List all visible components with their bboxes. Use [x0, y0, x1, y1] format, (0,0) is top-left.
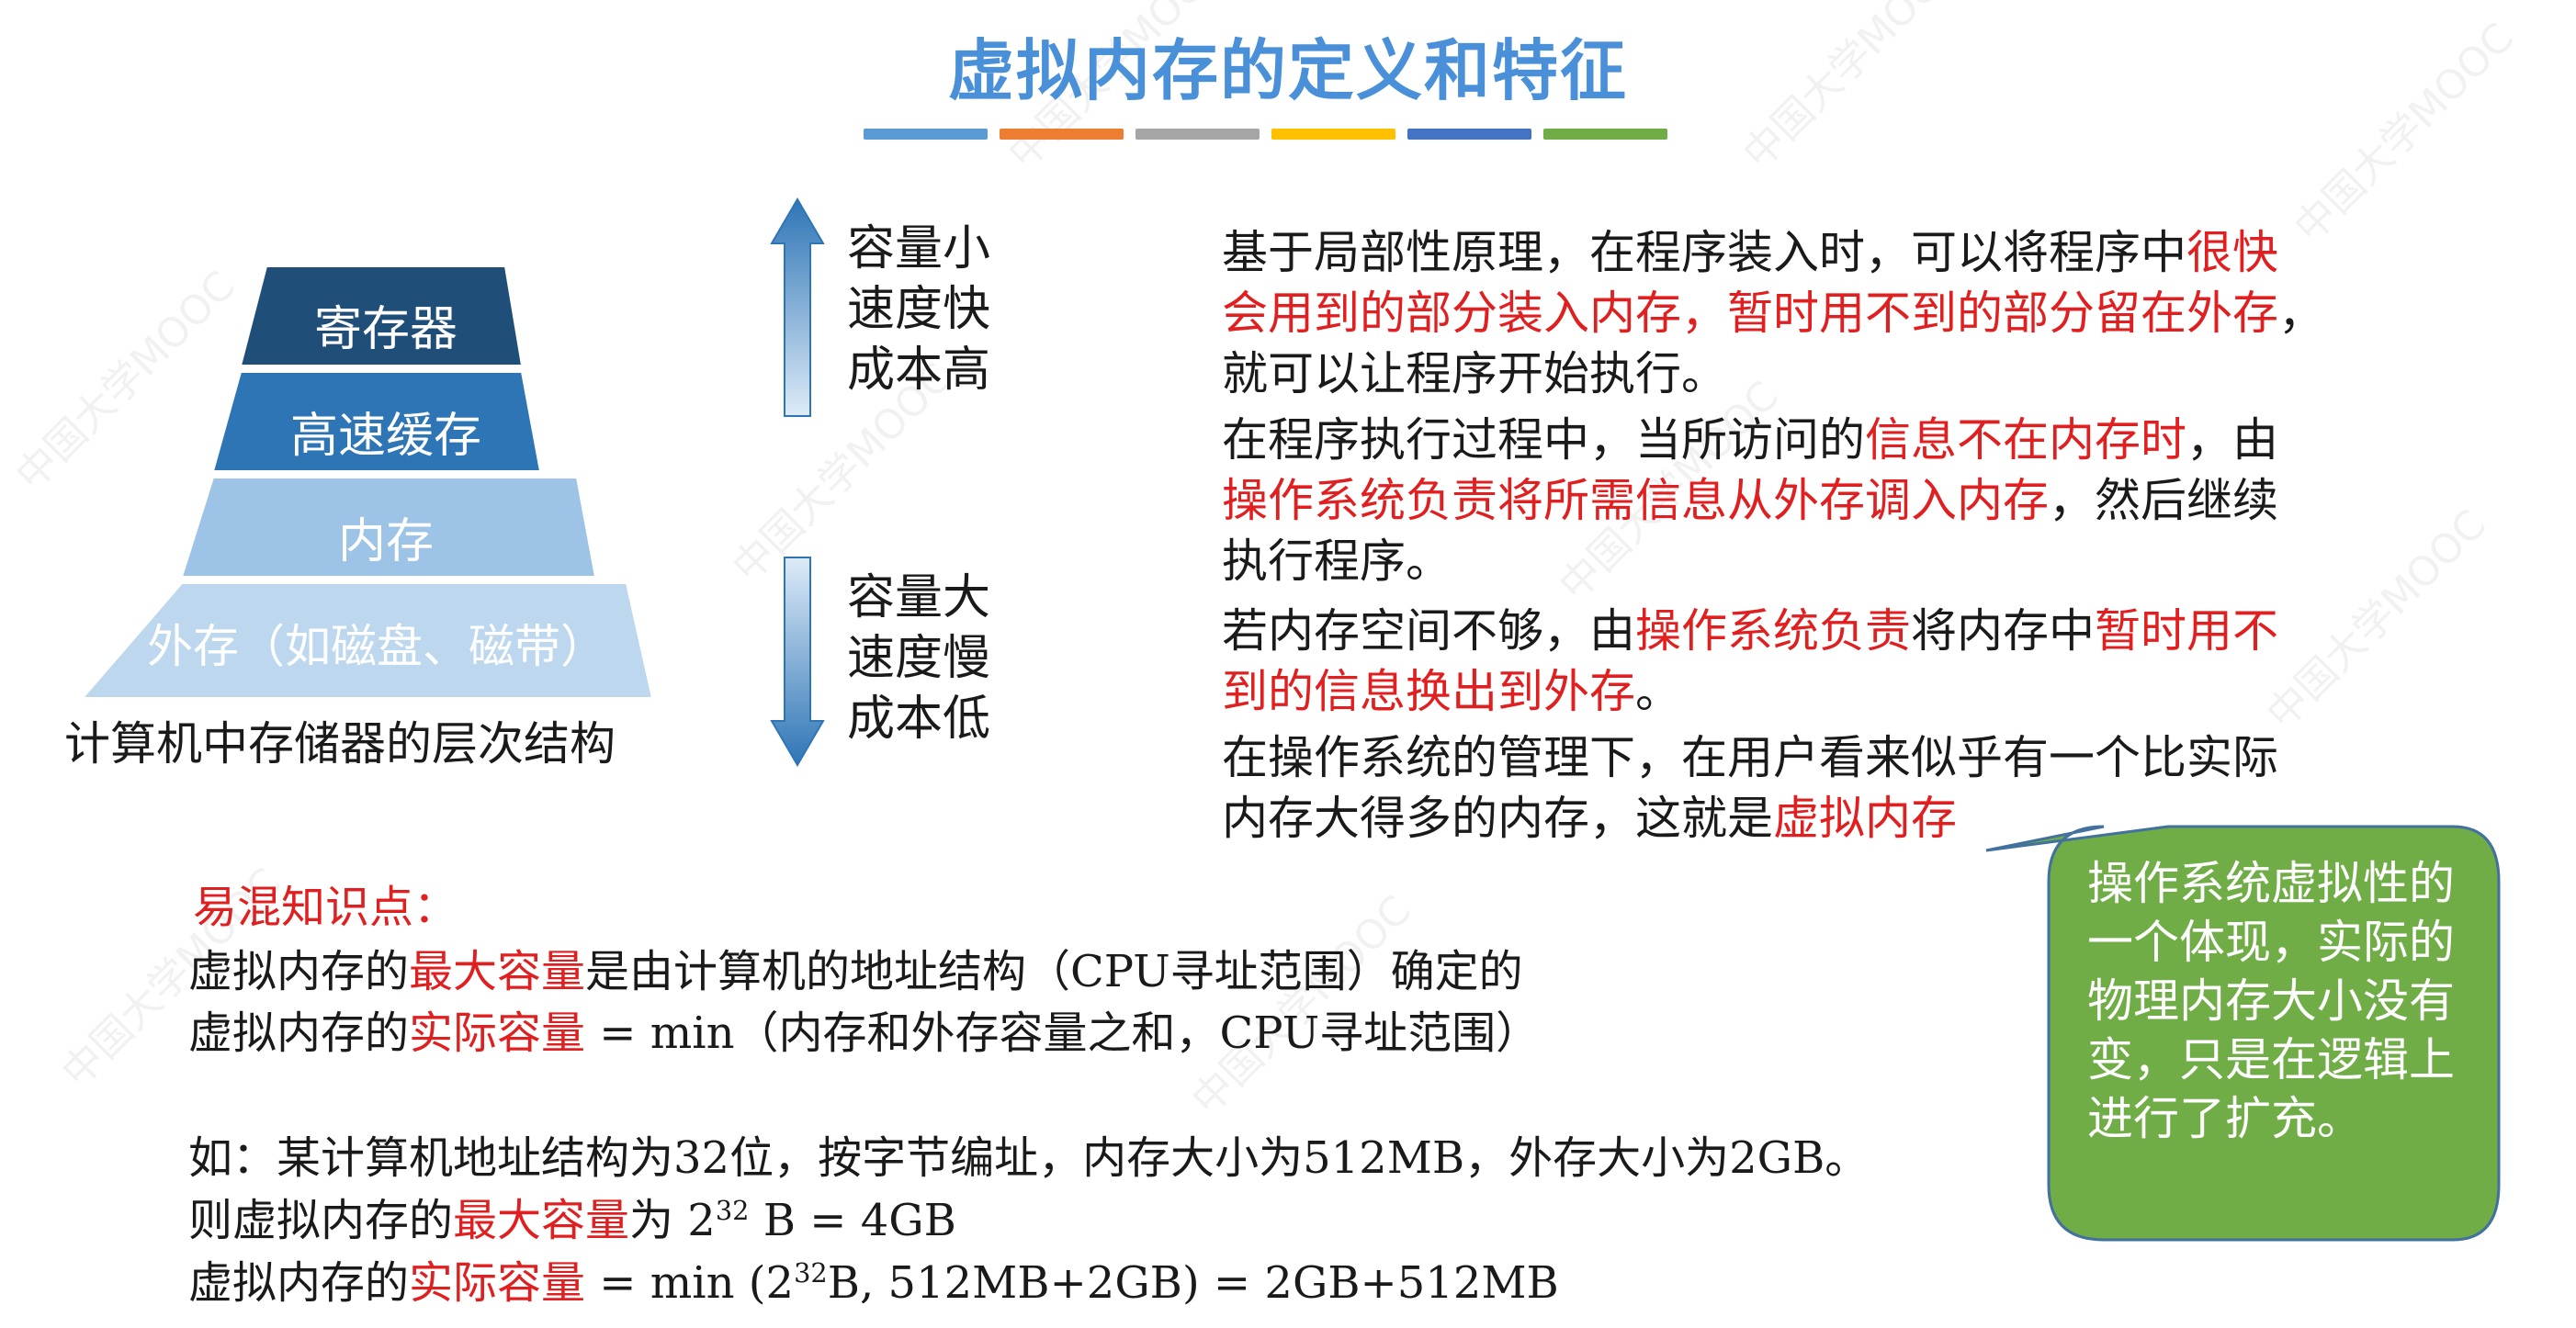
text-segment: ，然后继续	[2049, 474, 2278, 527]
title-underline-bar	[1135, 129, 1260, 140]
paragraph: 基于局部性原理，在程序装入时，可以将程序中很快 会用到的部分装入内存，暂时用不到的…	[1222, 222, 2324, 404]
title-underline-bar	[1271, 129, 1395, 140]
pyramid-label-external-storage: 外存（如磁盘、磁带）	[147, 620, 606, 673]
highlight-text: 最大容量	[453, 1195, 630, 1246]
paragraph-line: 在程序执行过程中，当所访问的信息不在内存时，由	[1222, 410, 2324, 470]
highlight-text: 实际容量	[409, 1007, 586, 1059]
text-segment: 内存大得多的内存，这就是	[1222, 792, 1773, 845]
note-example-max: 则虚拟内存的最大容量为 232 B = 4GB	[188, 1190, 956, 1251]
text-segment: = min (2	[585, 1257, 795, 1309]
highlight-text: 操作系统负责	[1635, 604, 1911, 658]
text-segment: 若内存空间不够，由	[1222, 604, 1635, 658]
text-segment: ，由	[2186, 413, 2278, 467]
text-segment: ，	[2278, 287, 2324, 340]
definition-paragraphs: 基于局部性原理，在程序装入时，可以将程序中很快 会用到的部分装入内存，暂时用不到的…	[1222, 222, 2324, 854]
paragraph-line: 基于局部性原理，在程序装入时，可以将程序中很快	[1222, 222, 2324, 283]
highlight-text: 到的信息换出到外存	[1222, 665, 1635, 718]
text-segment: 虚拟内存的	[188, 1257, 410, 1309]
arrow-up-icon	[770, 197, 825, 417]
text-segment: 基于局部性原理，在程序装入时，可以将程序中	[1222, 226, 2186, 279]
text-segment: 将内存中	[1911, 604, 2095, 658]
title-underline-bar	[864, 129, 988, 140]
highlight-text: 信息不在内存时	[1865, 413, 2186, 467]
note-max-capacity: 虚拟内存的最大容量是由计算机的地址结构（CPU寻址范围）确定的	[188, 941, 1523, 1002]
highlight-text: 虚拟内存	[1773, 792, 1957, 845]
title-underline-bar	[1407, 129, 1531, 140]
highlight-text: 操作系统负责将所需信息从外存调入内存	[1222, 474, 2049, 527]
title-underline-bar	[1000, 129, 1124, 140]
text-segment: 在程序执行过程中，当所访问的	[1222, 413, 1865, 467]
text-segment: 虚拟内存的	[188, 946, 410, 997]
down-side-labels: 容量大 速度慢 成本低	[847, 568, 990, 749]
text-segment: 就可以让程序开始执行。	[1222, 347, 1727, 400]
text-segment: 在操作系统的管理下，在用户看来似乎有一个比实际	[1222, 731, 2278, 784]
paragraph-line: 操作系统负责将所需信息从外存调入内存，然后继续	[1222, 470, 2324, 531]
paragraph-line: 就可以让程序开始执行。	[1222, 343, 2324, 404]
highlight-text: 实际容量	[409, 1257, 586, 1309]
text-segment: 为 2	[629, 1195, 716, 1246]
paragraph: 在程序执行过程中，当所访问的信息不在内存时，由 操作系统负责将所需信息从外存调入内…	[1222, 410, 2324, 591]
text-segment: 。	[1635, 665, 1681, 718]
note-example: 如：某计算机地址结构为32位，按字节编址，内存大小为512MB，外存大小为2GB…	[188, 1128, 1869, 1188]
up-label: 容量小	[847, 221, 991, 276]
up-side-labels: 容量小 速度快 成本高	[847, 219, 990, 400]
down-label: 容量大	[847, 570, 991, 625]
down-label: 速度慢	[847, 631, 991, 686]
paragraph-line: 在操作系统的管理下，在用户看来似乎有一个比实际	[1222, 727, 2324, 788]
pyramid-caption: 计算机中存储器的层次结构	[64, 717, 616, 771]
highlight-text: 暂时用不	[2095, 604, 2278, 658]
note-example-actual: 虚拟内存的实际容量 = min (232B, 512MB+2GB) = 2GB+…	[188, 1253, 1559, 1313]
down-label: 成本低	[847, 692, 991, 747]
text-segment: B = 4GB	[749, 1195, 956, 1246]
pyramid-label-register: 寄存器	[313, 302, 458, 357]
paragraph-line: 若内存空间不够，由操作系统负责将内存中暂时用不	[1222, 601, 2324, 661]
superscript: 32	[794, 1257, 828, 1289]
text-segment: 则虚拟内存的	[188, 1195, 454, 1246]
title-underline-bar	[1543, 129, 1667, 140]
paragraph: 若内存空间不够，由操作系统负责将内存中暂时用不 到的信息换出到外存。	[1222, 601, 2324, 722]
notes-heading: 易混知识点：	[193, 882, 458, 933]
up-label: 速度快	[847, 282, 991, 337]
highlight-text: 很快	[2186, 226, 2278, 279]
text-segment: 执行程序。	[1222, 535, 1452, 588]
text-segment: 虚拟内存的	[188, 1007, 410, 1059]
paragraph-line: 执行程序。	[1222, 531, 2324, 591]
paragraph-line: 到的信息换出到外存。	[1222, 661, 2324, 722]
text-segment: 是由计算机的地址结构（CPU寻址范围）确定的	[585, 946, 1523, 997]
note-actual-capacity: 虚拟内存的实际容量 = min（内存和外存容量之和，CPU寻址范围）	[188, 1003, 1540, 1064]
callout-text: 操作系统虚拟性的一个体现，实际的物理内存大小没有变，只是在逻辑上进行了扩充。	[2087, 857, 2455, 1145]
page-title: 虚拟内存的定义和特征	[947, 32, 1628, 109]
pyramid-label-main-memory: 内存	[337, 514, 434, 569]
up-label: 成本高	[847, 343, 991, 398]
text-segment: 如：某计算机地址结构为32位，按字节编址，内存大小为512MB，外存大小为2GB…	[188, 1132, 1870, 1184]
paragraph-line: 会用到的部分装入内存，暂时用不到的部分留在外存，	[1222, 283, 2324, 343]
highlight-text: 会用到的部分装入内存，暂时用不到的部分留在外存	[1222, 287, 2278, 340]
text-segment: B, 512MB+2GB) = 2GB+512MB	[827, 1257, 1559, 1309]
text-segment: = min（内存和外存容量之和，CPU寻址范围）	[585, 1007, 1541, 1059]
pyramid-label-cache: 高速缓存	[289, 409, 481, 464]
superscript: 32	[715, 1195, 750, 1226]
highlight-text: 最大容量	[409, 946, 586, 997]
arrow-down-icon	[770, 557, 825, 767]
